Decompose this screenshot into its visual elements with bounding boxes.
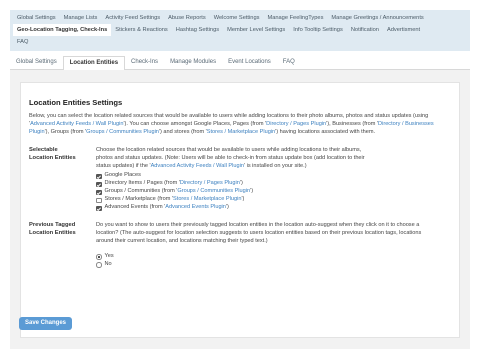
top-nav-row-2: Geo-Location Tagging, Check-Ins Stickers…	[13, 24, 467, 36]
nav-activity-feed-settings[interactable]: Activity Feed Settings	[101, 12, 164, 24]
link-stores-marketplace[interactable]: Stores / Marketplace Plugin	[207, 129, 275, 135]
settings-form-panel: Location Entities Settings Below, you ca…	[20, 82, 460, 338]
checkbox-stores-marketplace[interactable]	[96, 197, 102, 204]
link-stores-marketplace[interactable]: Stores / Marketplace Plugin	[173, 196, 241, 204]
save-changes-button[interactable]: Save Changes	[19, 317, 73, 330]
form-description: Below, you can select the location relat…	[29, 112, 445, 136]
nav-notification[interactable]: Notification	[347, 24, 383, 36]
settings-content-area: Location Entities Settings Below, you ca…	[10, 70, 470, 349]
tab-global-settings[interactable]: Global Settings	[10, 56, 63, 69]
nav-stickers-reactions[interactable]: Stickers & Reactions	[111, 24, 171, 36]
radio-label: No	[104, 260, 112, 267]
tab-event-locations[interactable]: Event Locations	[222, 56, 277, 69]
option-label: ')	[225, 204, 229, 211]
nav-welcome-settings[interactable]: Welcome Settings	[210, 12, 264, 24]
nav-manage-greetings[interactable]: Manage Greetings / Announcements	[327, 12, 427, 24]
desc-text: ') having locations associated with them…	[275, 129, 376, 135]
field-body: Choose the location related sources that…	[96, 147, 366, 212]
link-advanced-activity-feeds[interactable]: Advanced Activity Feeds / Wall Plugin	[151, 163, 244, 169]
field-description: Do you want to show to users their previ…	[96, 222, 422, 244]
option-label: Google Places	[104, 172, 141, 179]
field-body: Do you want to show to users their previ…	[96, 222, 437, 268]
option-label: Advanced Events (from '	[104, 204, 166, 211]
field-label-line: Selectable	[29, 147, 58, 153]
top-nav-row-1: Global Settings Manage Lists Activity Fe…	[13, 12, 467, 24]
option-label: ')	[239, 180, 243, 187]
nav-manage-feelingtypes[interactable]: Manage FeelingTypes	[263, 12, 327, 24]
top-nav-row-3: FAQ	[13, 36, 467, 48]
desc-text: ') and stores (from '	[158, 129, 207, 135]
option-stores-marketplace[interactable]: Stores / Marketplace (from ' Stores / Mar…	[96, 196, 366, 204]
field-label-line: Location Entities	[29, 154, 76, 161]
sub-tabs: Global Settings Location Entities Check-…	[10, 56, 470, 71]
option-label: ')	[241, 196, 245, 203]
option-label: Stores / Marketplace (from '	[104, 196, 174, 203]
checkbox-groups-communities[interactable]	[96, 189, 102, 196]
link-groups-communities[interactable]: Groups / Communities Plugin	[86, 129, 159, 135]
radio-no[interactable]	[96, 262, 102, 268]
field-label-line: Previous Tagged	[29, 222, 76, 229]
tab-location-entities[interactable]: Location Entities	[62, 56, 126, 71]
option-label: Directory Items / Pages (from '	[104, 180, 180, 187]
option-no[interactable]: No	[96, 261, 437, 269]
nav-global-settings[interactable]: Global Settings	[13, 12, 60, 24]
selectable-location-entities-field: Selectable Location Entities Choose the …	[29, 147, 451, 212]
checkbox-directory-items-pages[interactable]	[96, 181, 102, 188]
nav-faq[interactable]: FAQ	[13, 36, 32, 48]
nav-advertisment[interactable]: Advertisment	[383, 24, 424, 36]
option-directory-items-pages[interactable]: Directory Items / Pages (from ' Directory…	[96, 180, 366, 188]
link-directory-pages[interactable]: Directory / Pages Plugin	[266, 121, 326, 127]
desc-text: '), Businesses (from '	[326, 121, 379, 127]
form-title: Location Entities Settings	[29, 98, 123, 107]
desc-text: '), Groups (from '	[44, 129, 87, 135]
tab-check-ins[interactable]: Check-Ins	[125, 56, 164, 69]
radio-yes[interactable]	[96, 254, 102, 260]
checkbox-advanced-events[interactable]	[96, 205, 102, 212]
link-advanced-events[interactable]: Advanced Events Plugin	[165, 204, 226, 212]
link-directory-pages[interactable]: Directory / Pages Plugin	[180, 180, 240, 188]
field-label: Previous Tagged Location Entities	[29, 222, 96, 268]
nav-geo-location-tagging[interactable]: Geo-Location Tagging, Check-Ins	[13, 24, 112, 36]
field-description: Choose the location related sources that…	[96, 147, 366, 170]
option-yes[interactable]: Yes	[96, 253, 437, 261]
previous-tagged-location-entities-field: Previous Tagged Location Entities Do you…	[29, 222, 451, 268]
field-label: Selectable Location Entities	[29, 147, 96, 212]
option-groups-communities[interactable]: Groups / Communities (from ' Groups / Com…	[96, 188, 366, 196]
field-desc-text: ' is installed on your site.)	[243, 162, 307, 169]
nav-member-level-settings[interactable]: Member Level Settings	[223, 24, 289, 36]
radio-label: Yes	[104, 252, 114, 259]
nav-info-tooltip-settings[interactable]: Info Tooltip Settings	[289, 24, 347, 36]
desc-text: '). You can choose amongst Google Places…	[123, 121, 267, 127]
option-label: ')	[250, 188, 254, 195]
nav-abuse-reports[interactable]: Abuse Reports	[164, 12, 210, 24]
link-advanced-activity-feeds[interactable]: Advanced Activity Feeds / Wall Plugin	[30, 121, 123, 127]
nav-hashtag-settings[interactable]: Hashtag Settings	[172, 24, 223, 36]
option-advanced-events[interactable]: Advanced Events (from ' Advanced Events P…	[96, 204, 366, 212]
tab-manage-modules[interactable]: Manage Modules	[164, 56, 222, 69]
link-groups-communities[interactable]: Groups / Communities Plugin	[177, 188, 250, 196]
field-label-line: Location Entities	[29, 229, 76, 236]
nav-manage-lists[interactable]: Manage Lists	[60, 12, 102, 24]
option-google-places[interactable]: Google Places	[96, 172, 366, 180]
admin-top-nav: Global Settings Manage Lists Activity Fe…	[10, 10, 470, 51]
radio-group: Yes No	[96, 253, 437, 269]
option-label: Groups / Communities (from '	[104, 188, 178, 195]
checkbox-google-places[interactable]	[96, 173, 102, 180]
tab-faq[interactable]: FAQ	[277, 56, 301, 69]
